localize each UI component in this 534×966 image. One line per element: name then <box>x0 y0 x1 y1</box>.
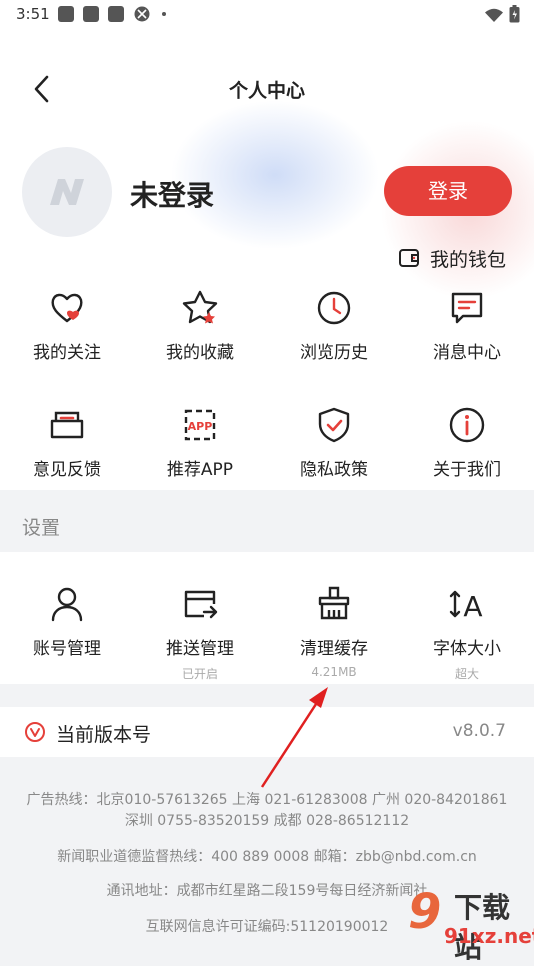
settings-label: 推送管理 <box>166 639 234 659</box>
feedback-icon <box>50 411 84 439</box>
status-time: 3:51 <box>16 5 50 23</box>
settings-card: 账号管理 推送管理 已开启 清理缓存 4.21MB A 字体大小 超大 <box>0 552 534 684</box>
grid-label: 推荐APP <box>166 460 234 480</box>
settings-item-font-size[interactable]: A 字体大小 超大 <box>400 584 534 682</box>
footer-ad-hotline-2: 深圳 0755-83520159 成都 028-86512112 <box>124 813 410 829</box>
broom-icon <box>318 586 350 620</box>
user-icon <box>51 587 83 622</box>
heart-icon <box>51 293 83 323</box>
settings-label: 字体大小 <box>433 639 501 659</box>
star-icon <box>182 290 218 324</box>
message-icon <box>451 292 483 324</box>
settings-label: 账号管理 <box>33 639 101 659</box>
wallet-label: 我的钱包 <box>430 249 507 271</box>
version-label: 当前版本号 <box>56 724 152 746</box>
notification-icon <box>58 6 74 22</box>
settings-section-title: 设置 <box>22 517 61 539</box>
notification-icon <box>83 6 99 22</box>
logo-icon <box>50 179 84 205</box>
page-title: 个人中心 <box>228 80 305 102</box>
grid-item-favorites[interactable]: 我的收藏 <box>133 288 267 363</box>
version-icon <box>25 722 45 742</box>
grid-item-about[interactable]: 关于我们 <box>400 405 534 480</box>
wallet-icon <box>399 249 419 267</box>
grid-item-history[interactable]: 浏览历史 <box>267 288 401 363</box>
status-bar: 3:51 <box>0 0 534 30</box>
settings-sub: 超大 <box>454 667 479 681</box>
grid-label: 我的收藏 <box>166 343 234 363</box>
more-notifications-icon <box>162 12 166 16</box>
version-value: v8.0.7 <box>452 721 506 741</box>
footer-ad-hotline: 广告热线：北京010-57613265 上海 021-61283008 广州 0… <box>26 792 508 808</box>
watermark-logo: 9 下载站 91xz.net <box>408 880 534 964</box>
login-button[interactable]: 登录 <box>384 166 512 216</box>
app-icon-text: APP <box>188 420 213 433</box>
grid-label: 意见反馈 <box>33 460 101 480</box>
settings-item-account[interactable]: 账号管理 <box>0 584 134 659</box>
notification-icon <box>108 6 124 22</box>
app-icon: APP <box>184 409 216 441</box>
battery-icon <box>509 5 520 23</box>
grid-item-recommend-app[interactable]: APP 推荐APP <box>133 405 267 480</box>
grid-label: 关于我们 <box>433 460 501 480</box>
settings-sub: 4.21MB <box>311 665 357 679</box>
font-size-icon: A <box>449 590 483 623</box>
settings-item-clear-cache[interactable]: 清理缓存 4.21MB <box>267 584 401 679</box>
info-icon <box>449 407 485 443</box>
settings-item-push[interactable]: 推送管理 已开启 <box>133 584 267 682</box>
push-icon <box>184 590 218 619</box>
grid-label: 隐私政策 <box>300 460 368 480</box>
wifi-icon <box>484 8 503 22</box>
shield-icon <box>318 407 350 443</box>
username: 未登录 <box>130 179 215 212</box>
vpn-icon <box>134 6 150 22</box>
settings-label: 清理缓存 <box>300 639 368 659</box>
grid-item-privacy[interactable]: 隐私政策 <box>267 405 401 480</box>
version-row[interactable]: 当前版本号 v8.0.7 <box>0 707 534 757</box>
font-size-icon-text: A <box>463 590 482 623</box>
status-icons <box>484 5 520 27</box>
grid-label: 浏览历史 <box>300 343 368 363</box>
grid-item-follow[interactable]: 我的关注 <box>0 288 134 363</box>
footer-ethics-hotline: 新闻职业道德监督热线：400 889 0008 邮箱：zbb@nbd.com.c… <box>57 849 477 865</box>
grid-item-messages[interactable]: 消息中心 <box>400 288 534 363</box>
grid-label: 消息中心 <box>433 343 501 363</box>
clock-icon <box>317 291 351 325</box>
grid-item-feedback[interactable]: 意见反馈 <box>0 405 134 480</box>
watermark-domain: 91xz.net <box>444 924 534 948</box>
grid-label: 我的关注 <box>33 343 101 363</box>
watermark-num: 9 <box>408 884 442 940</box>
settings-sub: 已开启 <box>181 667 218 681</box>
avatar[interactable] <box>22 147 112 237</box>
